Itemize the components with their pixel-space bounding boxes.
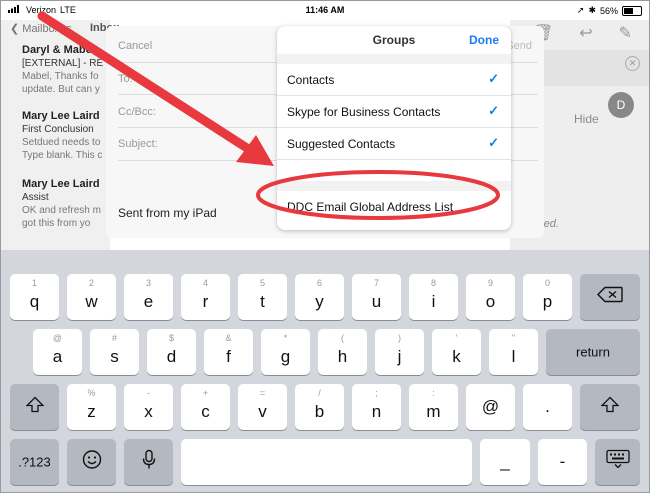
screenshot-border <box>0 0 650 493</box>
